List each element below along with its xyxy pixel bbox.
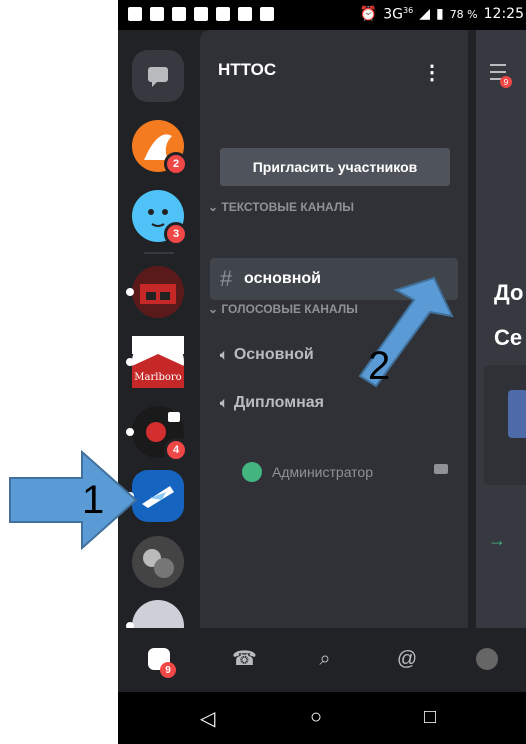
signal-super: 36 bbox=[403, 6, 414, 15]
home-circle-icon[interactable]: ○ bbox=[310, 706, 322, 729]
youtube-notification-icon bbox=[172, 7, 186, 21]
welcome-title-fragment: До bbox=[494, 280, 524, 305]
server-avatar-icon bbox=[140, 284, 176, 304]
hash-icon: # bbox=[220, 266, 233, 291]
voice-channel-label: Основной bbox=[233, 346, 314, 363]
callout-arrow-2 bbox=[358, 276, 454, 388]
video-camera-icon bbox=[434, 464, 448, 474]
welcome-subtitle-fragment: Се bbox=[494, 325, 523, 350]
back-icon[interactable]: ◁ bbox=[200, 706, 215, 731]
mentions-icon[interactable]: @ bbox=[396, 648, 418, 670]
clock: 12:25 bbox=[483, 6, 524, 23]
text-category-label: ТЕКСТОВЫЕ КАНАЛЫ bbox=[221, 200, 355, 214]
main-panel: 9 До Се → bbox=[476, 30, 526, 628]
signal-type: 3G36 bbox=[383, 6, 413, 23]
discord-notification-icon bbox=[260, 7, 274, 21]
server-marlboro[interactable]: Marlboro bbox=[126, 336, 184, 388]
guild-title[interactable]: НТТОС bbox=[218, 60, 276, 80]
status-right: ⏰ 3G36 ◢ ▮ 78 % 12:25 bbox=[360, 6, 524, 23]
home-badge: 9 bbox=[160, 662, 176, 678]
unread-pip bbox=[126, 288, 134, 296]
server-fox[interactable]: 2 bbox=[132, 120, 188, 176]
unread-pip bbox=[126, 358, 134, 366]
speaker-icon: 🔈︎ bbox=[220, 395, 228, 410]
search-icon[interactable]: ⌕ bbox=[314, 648, 336, 670]
vk-notification-icon bbox=[238, 7, 252, 21]
dm-chat-icon bbox=[148, 67, 168, 87]
recents-square-icon[interactable]: □ bbox=[424, 706, 436, 729]
speaker-icon: 🔈︎ bbox=[220, 347, 228, 362]
welcome-card-button[interactable] bbox=[508, 390, 526, 438]
friends-icon[interactable]: ☎ bbox=[232, 648, 257, 670]
bottom-navigation: 9 ☎ ⌕ @ bbox=[118, 628, 526, 692]
search-notification-icon bbox=[216, 7, 230, 21]
text-category[interactable]: ⌄ ТЕКСТОВЫЕ КАНАЛЫ bbox=[208, 200, 354, 214]
marlboro-logo-icon: Marlboro bbox=[132, 336, 184, 388]
svg-text:Marlboro: Marlboro bbox=[134, 372, 181, 383]
voice-channel-osnovnoy[interactable]: 🔈︎ Основной bbox=[220, 346, 314, 364]
unread-badge: 2 bbox=[164, 152, 188, 176]
invite-members-button[interactable]: Пригласить участников bbox=[220, 148, 450, 186]
alarm-icon: ⏰ bbox=[359, 6, 378, 23]
signal-icon: ◢ bbox=[419, 6, 430, 23]
signal-label: 3G bbox=[383, 6, 403, 23]
pen-notification-icon bbox=[150, 7, 164, 21]
battery-icon: ▮ bbox=[435, 6, 444, 23]
callout-label-2: 2 bbox=[368, 344, 391, 388]
profile-avatar-icon[interactable] bbox=[476, 648, 498, 670]
voice-channel-label: Дипломная bbox=[233, 394, 324, 411]
status-bar: ⏰ 3G36 ◢ ▮ 78 % 12:25 bbox=[118, 0, 526, 30]
voice-channel-diplomnaya[interactable]: 🔈︎ Дипломная bbox=[220, 394, 324, 412]
notification-icons bbox=[128, 7, 274, 21]
voice-user[interactable]: Администратор bbox=[242, 462, 373, 482]
unread-pip bbox=[126, 428, 134, 436]
server-dark-red[interactable] bbox=[126, 266, 184, 318]
gallery-notification-icon bbox=[194, 7, 208, 21]
callout-label-1: 1 bbox=[82, 478, 105, 522]
voice-user-name: Администратор bbox=[272, 464, 374, 480]
chat-notification-icon bbox=[128, 7, 142, 21]
channel-label: основной bbox=[244, 270, 322, 287]
direct-messages-button[interactable] bbox=[132, 50, 184, 102]
unread-badge: 4 bbox=[164, 438, 188, 462]
discord-avatar-icon bbox=[242, 462, 262, 482]
menu-badge: 9 bbox=[500, 76, 512, 88]
server-smiley[interactable]: 3 bbox=[132, 190, 188, 246]
server-divider bbox=[144, 252, 174, 254]
callout-arrow-1 bbox=[9, 449, 138, 551]
arrow-right-icon: → bbox=[488, 530, 506, 550]
chevron-down-icon: ⌄ bbox=[208, 302, 222, 316]
guild-menu-icon[interactable]: ⋮ bbox=[422, 60, 442, 85]
unread-badge: 3 bbox=[164, 222, 188, 246]
chevron-down-icon: ⌄ bbox=[208, 200, 222, 214]
android-navbar: ◁ ○ □ bbox=[118, 692, 526, 744]
battery-percent: 78 % bbox=[449, 7, 478, 21]
